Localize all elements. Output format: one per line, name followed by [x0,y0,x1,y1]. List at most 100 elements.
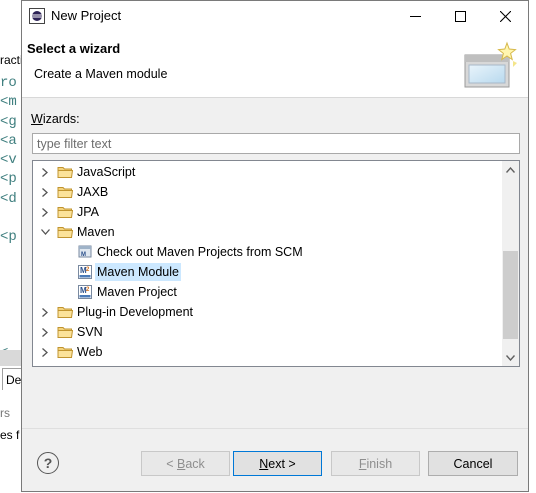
bg-tabbar [0,350,22,366]
bg-code-line: <g [0,113,17,130]
tree-wizard-item[interactable]: M 2 Maven Module [33,262,503,282]
folder-icon [57,164,74,180]
tree-category[interactable]: JPA [33,202,503,222]
bg-code-lines: ro<m<g<a<v<p<d<p< [0,74,17,363]
folder-icon [57,224,74,240]
tree-item-label: JPA [77,205,99,219]
footer-separator [22,428,528,429]
maximize-button[interactable] [438,1,483,31]
bg-code-line: <m [0,94,17,111]
bg-code-line [0,325,17,344]
scroll-up-button[interactable] [502,161,519,178]
chevron-right-icon [42,327,48,337]
close-button[interactable] [483,1,528,31]
wizards-label: Wizards: [31,112,80,126]
minimize-icon [410,15,421,17]
scroll-down-button[interactable] [502,349,519,366]
tree-item-label: Web [77,345,103,359]
maven-project-icon: M2 [77,284,93,300]
collapsed-chevron-icon[interactable] [39,346,51,358]
tree-category[interactable]: Plug-in Development [33,302,503,322]
bg-tab[interactable]: De [2,368,22,390]
finish-button[interactable]: Finish [331,451,420,476]
bg-code-line: <a [0,132,17,149]
tree-item-label: Maven [77,225,115,239]
bg-code-line: <p [0,229,17,246]
tree-item-label: Plug-in Development [77,305,194,319]
chevron-down-icon [40,229,50,235]
chevron-right-icon [42,347,48,357]
folder-icon [57,304,74,320]
bg-code-line [0,306,17,325]
tree-wizard-item[interactable]: M Check out Maven Projects from SCM [33,242,503,262]
bg-code-line [0,267,17,286]
help-icon: ? [43,455,53,471]
tree-item-label: SVN [77,325,103,339]
chevron-right-icon [42,207,48,217]
folder-icon-graphic [57,307,74,318]
maven-project-icon-graphic: M2 [78,285,92,299]
folder-icon-graphic [57,347,74,358]
tree-category[interactable]: JAXB [33,182,503,202]
new-project-dialog: New Project Select a wizard Create a Mav… [21,0,529,492]
maven-module-icon-graphic: M2 [78,265,92,279]
new-wizard-banner-icon [464,41,517,88]
maven-module-icon: M2 [77,264,93,280]
expanded-chevron-icon[interactable] [39,226,51,238]
collapsed-chevron-icon[interactable] [39,186,51,198]
bg-code-line [0,248,17,267]
chevron-right-icon [42,187,48,197]
maven-checkout-icon: M [77,244,93,260]
tree-category[interactable]: Maven [33,222,503,242]
collapsed-chevron-icon[interactable] [39,206,51,218]
chevron-right-icon [42,307,48,317]
next-button[interactable]: Next > [233,451,322,476]
svg-text:M: M [81,252,86,258]
cancel-button[interactable]: Cancel [428,451,518,476]
dialog-title: New Project [51,8,122,23]
bg-fragment-1: rs [0,406,10,420]
wizards-tree[interactable]: Web SVN Plug-in Development M 2 Maven Project… [32,160,520,367]
filter-input[interactable] [32,133,520,154]
eclipse-app-icon [29,8,45,24]
tree-category[interactable]: JavaScript [33,162,503,182]
folder-icon-graphic [57,187,74,198]
bg-code-line [0,286,17,305]
title-bar: New Project [22,1,528,31]
chevron-right-icon [42,167,48,177]
chevron-down-icon [506,354,515,361]
header-title: Select a wizard [27,41,121,56]
tree-item-label: Maven Module [95,263,181,281]
folder-icon [57,324,74,340]
bg-code-line: <d [0,190,17,207]
bg-fragment-2: es f [0,428,20,442]
chevron-up-icon [506,166,515,173]
collapsed-chevron-icon[interactable] [39,326,51,338]
tree-wizard-item[interactable]: M 2 Maven Project [33,282,503,302]
tree-item-label: JAXB [77,185,109,199]
tree-vertical-scrollbar[interactable] [502,161,519,366]
tree-category[interactable]: SVN [33,322,503,342]
maximize-icon [455,10,466,22]
scroll-thumb[interactable] [503,251,518,339]
bg-code-line [0,209,17,228]
folder-icon-graphic [57,327,74,338]
folder-icon-graphic [57,227,74,238]
collapsed-chevron-icon[interactable] [39,306,51,318]
wizard-header: Select a wizard Create a Maven module [22,31,528,98]
minimize-button[interactable] [393,1,438,31]
bg-code-line: <p [0,171,17,188]
collapsed-chevron-icon[interactable] [39,166,51,178]
folder-icon [57,344,74,360]
bg-code-line: ro [0,75,17,91]
background-ide: racti ro<m<g<a<v<p<d<p< De rs es f [0,0,22,493]
tree-category[interactable]: Web [33,342,503,362]
header-description: Create a Maven module [34,67,168,81]
bg-top-fragment: racti [0,53,22,67]
help-button[interactable]: ? [37,452,59,474]
folder-icon [57,184,74,200]
back-button[interactable]: < Back [141,451,230,476]
folder-icon-graphic [57,207,74,218]
tree-item-label: Maven Project [97,285,177,299]
tree-item-label: Check out Maven Projects from SCM [97,245,303,259]
